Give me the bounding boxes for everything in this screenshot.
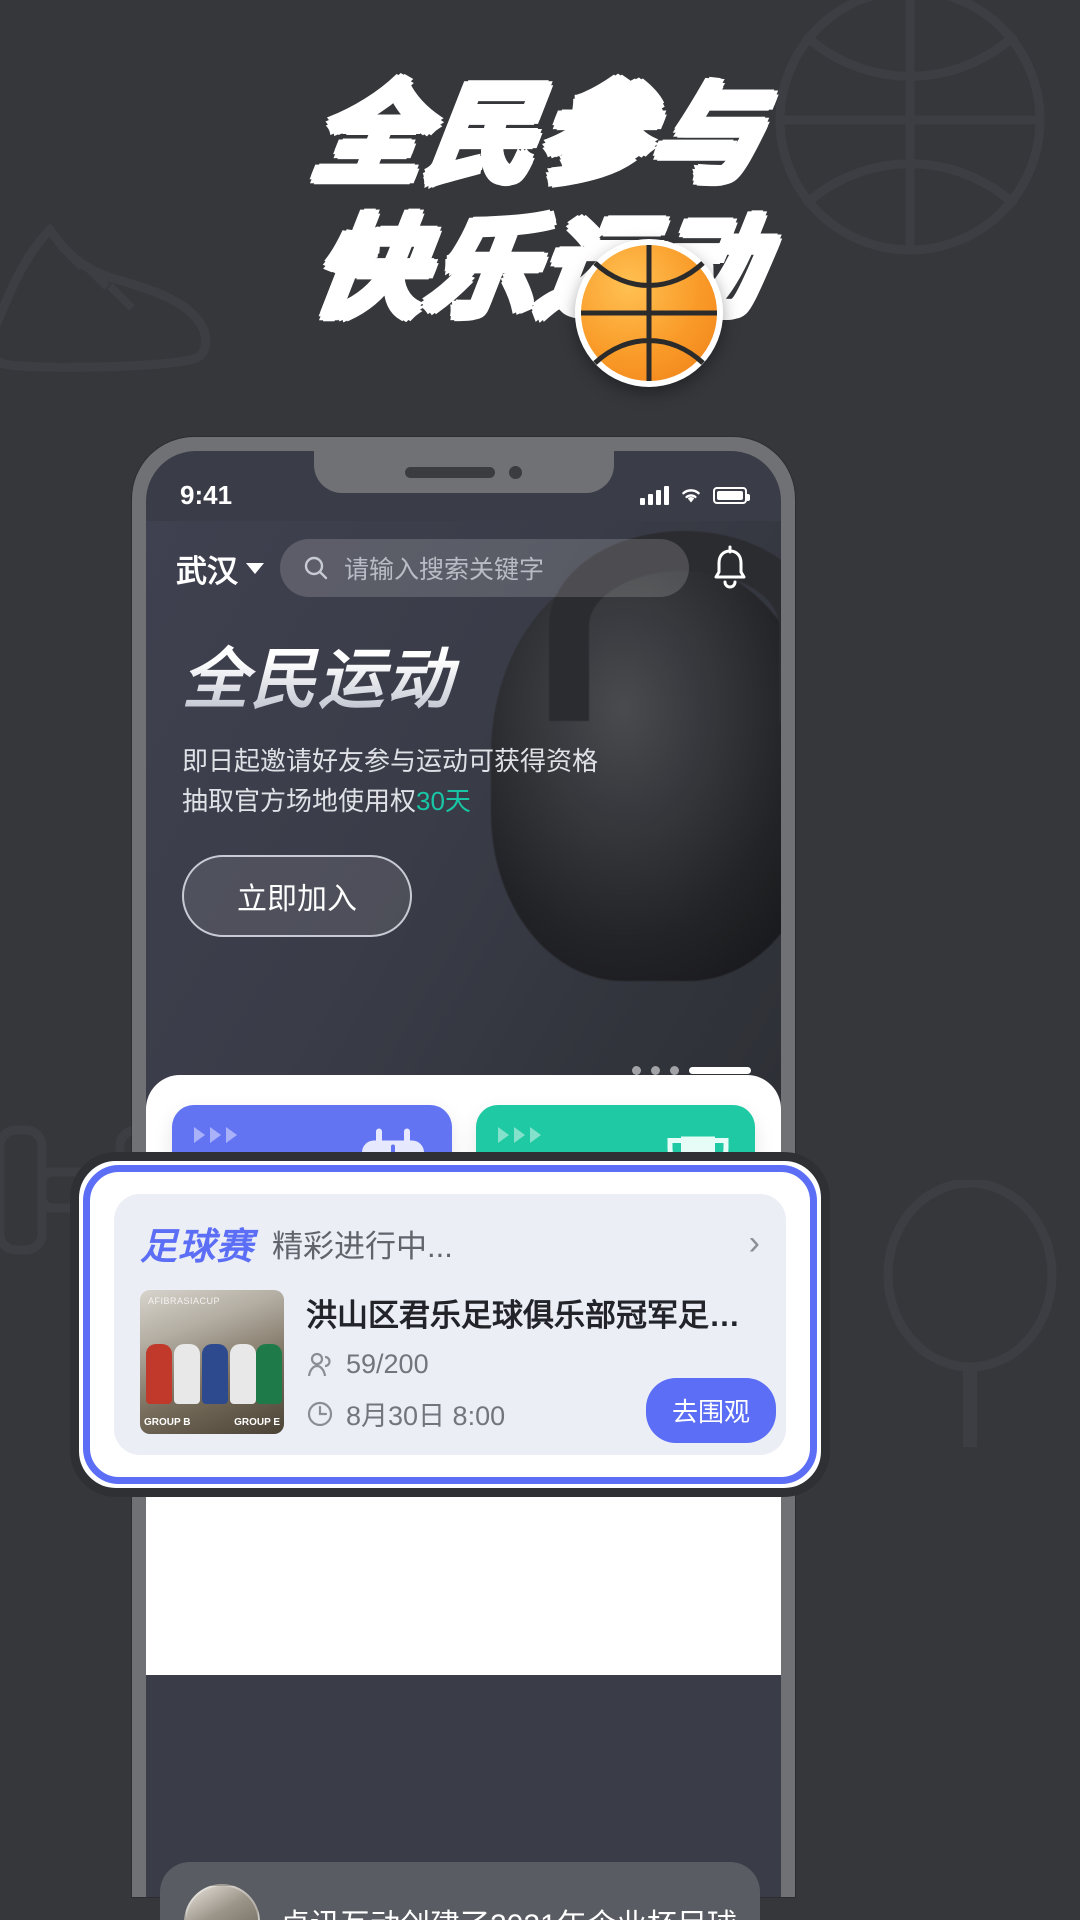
status-time: 9:41 — [180, 479, 233, 510]
signal-bars-icon — [640, 485, 669, 505]
match-status: 精彩进行中... — [272, 1228, 453, 1264]
watch-button[interactable]: 去围观 — [645, 1378, 776, 1443]
people-icon — [307, 1352, 331, 1376]
chevron-down-icon — [246, 562, 264, 574]
clock-icon — [307, 1401, 333, 1426]
arrows-icon — [497, 1127, 541, 1143]
banner-pagination[interactable] — [632, 1066, 751, 1075]
join-now-label: 立即加入 — [237, 883, 357, 916]
wifi-icon — [682, 489, 700, 503]
search-placeholder: 请输入搜索关键字 — [344, 556, 545, 584]
match-tag: 足球赛 — [140, 1225, 254, 1268]
search-icon — [304, 556, 328, 580]
hero-headline: 全民参与 快乐运动 — [0, 73, 1080, 332]
datetime-text: 8月30日 8:00 — [346, 1401, 506, 1431]
banner-desc-line2-prefix: 抽取官方场地使用权 — [182, 786, 417, 816]
pagination-dot[interactable] — [632, 1066, 641, 1075]
search-input[interactable]: 请输入搜索关键字 — [280, 539, 689, 597]
avatar-icon — [184, 1884, 260, 1920]
city-label: 武汉 — [176, 553, 238, 589]
home-banner: 武汉 请输入搜索关键字 全民运动 即日起邀请好友参与运动可获得资格 抽取官方场地… — [146, 521, 781, 1101]
banner-desc-line2: 抽取官方场地使用权30天 — [182, 781, 781, 821]
banner-title: 全民运动 — [182, 641, 781, 719]
battery-icon — [713, 486, 750, 504]
participants-count: 59/200 — [346, 1349, 429, 1379]
notification-button[interactable] — [705, 545, 755, 591]
banner-description: 即日起邀请好友参与运动可获得资格 抽取官方场地使用权30天 — [182, 741, 781, 821]
feed-post[interactable]: 卓讯互动创建了2021年企业杯足球联赛～ — [160, 1862, 760, 1920]
app-topbar: 武汉 请输入搜索关键字 — [146, 521, 781, 597]
city-selector[interactable]: 武汉 — [176, 546, 264, 591]
feed-post-text: 卓讯互动创建了2021年企业杯足球联赛～ — [280, 1900, 736, 1920]
pagination-dot[interactable] — [651, 1066, 660, 1075]
camera-icon — [509, 465, 522, 479]
banner-content: 全民运动 即日起邀请好友参与运动可获得资格 抽取官方场地使用权30天 立即加入 — [146, 597, 781, 937]
hero-line-1: 全民参与 — [0, 73, 1080, 198]
banner-desc-line1: 即日起邀请好友参与运动可获得资格 — [182, 746, 599, 776]
match-participants: 59/200 — [306, 1349, 760, 1380]
banner-desc-highlight: 30天 — [416, 786, 471, 816]
thumbnail-caption: AFIBRASIACUP — [148, 1296, 221, 1306]
hero-line-1-text: 全民参与 — [301, 73, 779, 198]
hero-line-2: 快乐运动 — [0, 207, 1080, 332]
highlight-frame: 足球赛 精彩进行中... › AFIBRASIACUP GROUP B GROU… — [70, 1152, 830, 1497]
status-indicators — [640, 485, 750, 505]
bell-icon — [714, 545, 746, 589]
poster-page: 全民参与 快乐运动 9:41 武汉 请输入搜索关键字 全民运动 即日起邀请好友参… — [0, 0, 1080, 1920]
arrows-icon — [194, 1127, 237, 1143]
pagination-dot[interactable] — [670, 1066, 679, 1075]
speaker-icon — [405, 466, 495, 478]
thumbnail-group-left: GROUP B — [144, 1417, 191, 1428]
join-now-button[interactable]: 立即加入 — [182, 855, 412, 937]
phone-notch — [313, 451, 614, 493]
watch-button-label: 去围观 — [671, 1397, 750, 1427]
chevron-right-icon[interactable]: › — [749, 1224, 760, 1263]
pagination-active-bar[interactable] — [689, 1067, 751, 1074]
basketball-icon — [575, 239, 723, 387]
match-card-header: 足球赛 精彩进行中... › — [140, 1216, 760, 1270]
match-title: 洪山区君乐足球俱乐部冠军足球赛… — [306, 1298, 760, 1333]
match-card-container[interactable]: 足球赛 精彩进行中... › AFIBRASIACUP GROUP B GROU… — [83, 1165, 817, 1484]
racket-doodle — [850, 1180, 1080, 1460]
match-thumbnail: AFIBRASIACUP GROUP B GROUP E — [140, 1290, 284, 1434]
thumbnail-group-right: GROUP E — [234, 1417, 280, 1428]
thumbnail-groups: GROUP B GROUP E — [144, 1417, 280, 1428]
match-card[interactable]: 足球赛 精彩进行中... › AFIBRASIACUP GROUP B GROU… — [114, 1194, 786, 1455]
